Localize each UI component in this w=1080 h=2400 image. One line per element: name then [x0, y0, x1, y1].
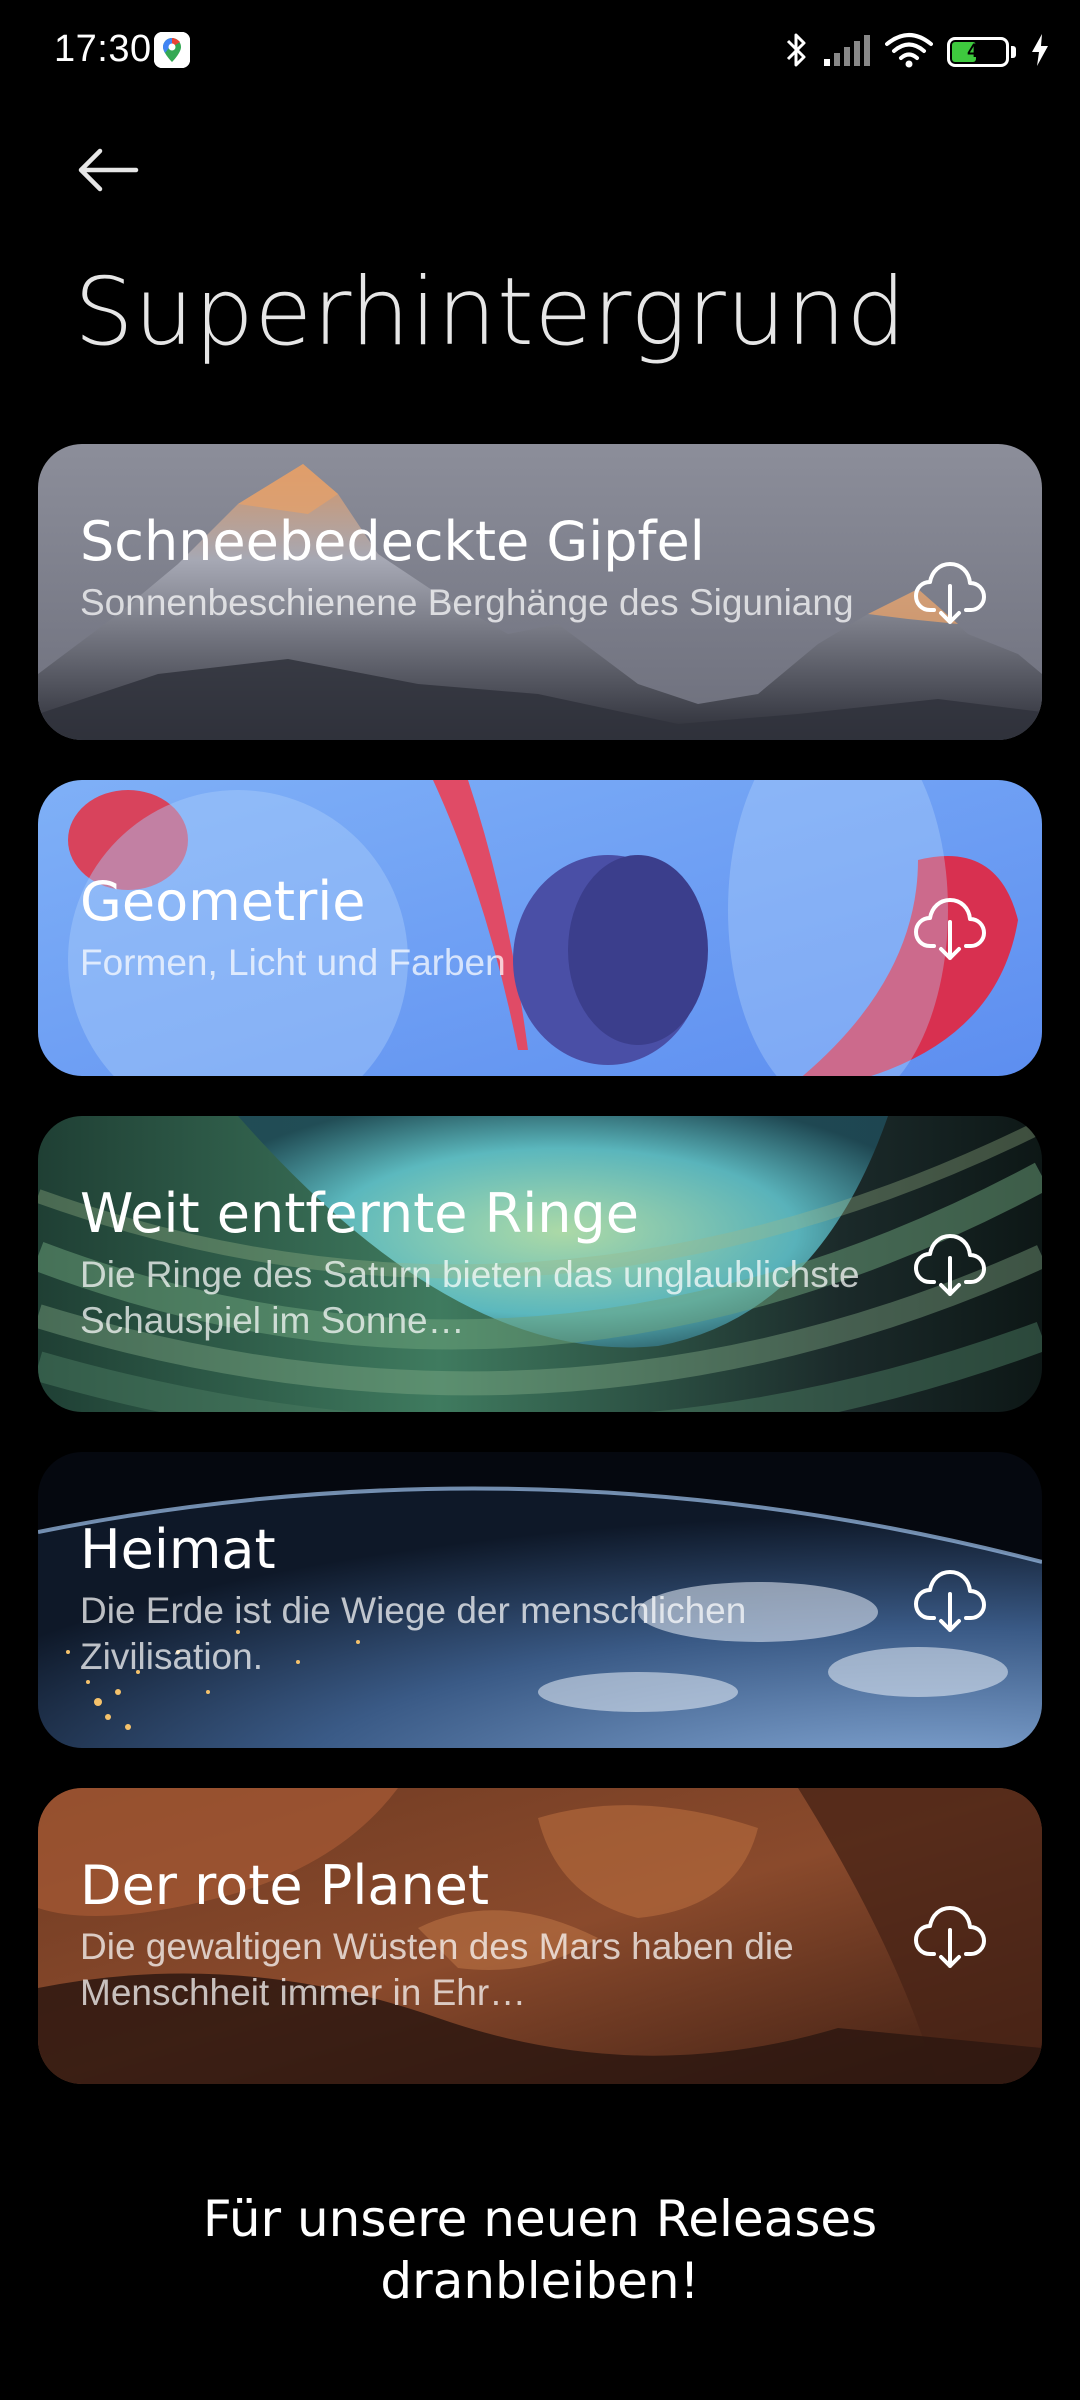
status-time: 17:30	[54, 28, 152, 70]
cloud-download-icon[interactable]	[910, 552, 990, 632]
wifi-icon	[885, 32, 933, 73]
card-description: Die Ringe des Saturn bieten das unglaubl…	[80, 1254, 860, 1341]
card-title: Schneebedeckte Gipfel	[80, 510, 705, 573]
card-description: Die Erde ist die Wiege der menschlichen …	[80, 1590, 747, 1677]
page-title: Superhintergrund	[74, 258, 907, 367]
bluetooth-icon	[783, 30, 809, 75]
card-text: Schneebedeckte Gipfel Sonnenbeschienene …	[80, 510, 862, 626]
battery-icon: 47	[947, 37, 1009, 67]
card-text: Heimat Die Erde ist die Wiege der mensch…	[80, 1518, 862, 1680]
card-title: Geometrie	[80, 870, 366, 933]
wallpaper-card-snowy-peaks[interactable]: Schneebedeckte Gipfel Sonnenbeschienene …	[38, 444, 1042, 740]
card-text: Der rote Planet Die gewaltigen Wüsten de…	[80, 1854, 862, 2016]
cloud-download-icon[interactable]	[910, 1896, 990, 1976]
back-button[interactable]	[66, 128, 150, 212]
wallpaper-card-geometry[interactable]: Geometrie Formen, Licht und Farben	[38, 780, 1042, 1076]
card-title: Heimat	[80, 1518, 276, 1581]
card-title: Der rote Planet	[80, 1854, 490, 1917]
wallpaper-card-distant-rings[interactable]: Weit entfernte Ringe Die Ringe des Satur…	[38, 1116, 1042, 1412]
footer-message: Für unsere neuen Releases dranbleiben!	[0, 2188, 1080, 2312]
status-bar: 17:30 47	[0, 0, 1080, 104]
screen: 17:30 47 Superhintergrund Schneebedeckte…	[0, 0, 1080, 2400]
wallpaper-card-red-planet[interactable]: Der rote Planet Die gewaltigen Wüsten de…	[38, 1788, 1042, 2084]
card-text: Geometrie Formen, Licht und Farben	[80, 870, 862, 986]
status-icons: 47	[783, 28, 1050, 76]
footer-line-2: dranbleiben!	[380, 2252, 700, 2310]
card-description: Die gewaltigen Wüsten des Mars haben die…	[80, 1926, 794, 2013]
cloud-download-icon[interactable]	[910, 1224, 990, 1304]
battery-level: 47	[967, 41, 989, 62]
cloud-download-icon[interactable]	[910, 1560, 990, 1640]
battery-tip	[1011, 46, 1016, 58]
card-text: Weit entfernte Ringe Die Ringe des Satur…	[80, 1182, 862, 1344]
card-description: Formen, Licht und Farben	[80, 942, 506, 983]
footer-line-1: Für unsere neuen Releases	[202, 2190, 878, 2248]
cloud-download-icon[interactable]	[910, 888, 990, 968]
card-title: Weit entfernte Ringe	[80, 1182, 639, 1245]
card-description: Sonnenbeschienene Berghänge des Sigunian…	[80, 582, 854, 623]
arrow-left-icon	[78, 148, 139, 192]
signal-icon	[823, 33, 871, 72]
charging-icon	[1030, 33, 1050, 72]
wallpaper-card-home[interactable]: Heimat Die Erde ist die Wiege der mensch…	[38, 1452, 1042, 1748]
maps-icon	[154, 32, 190, 68]
